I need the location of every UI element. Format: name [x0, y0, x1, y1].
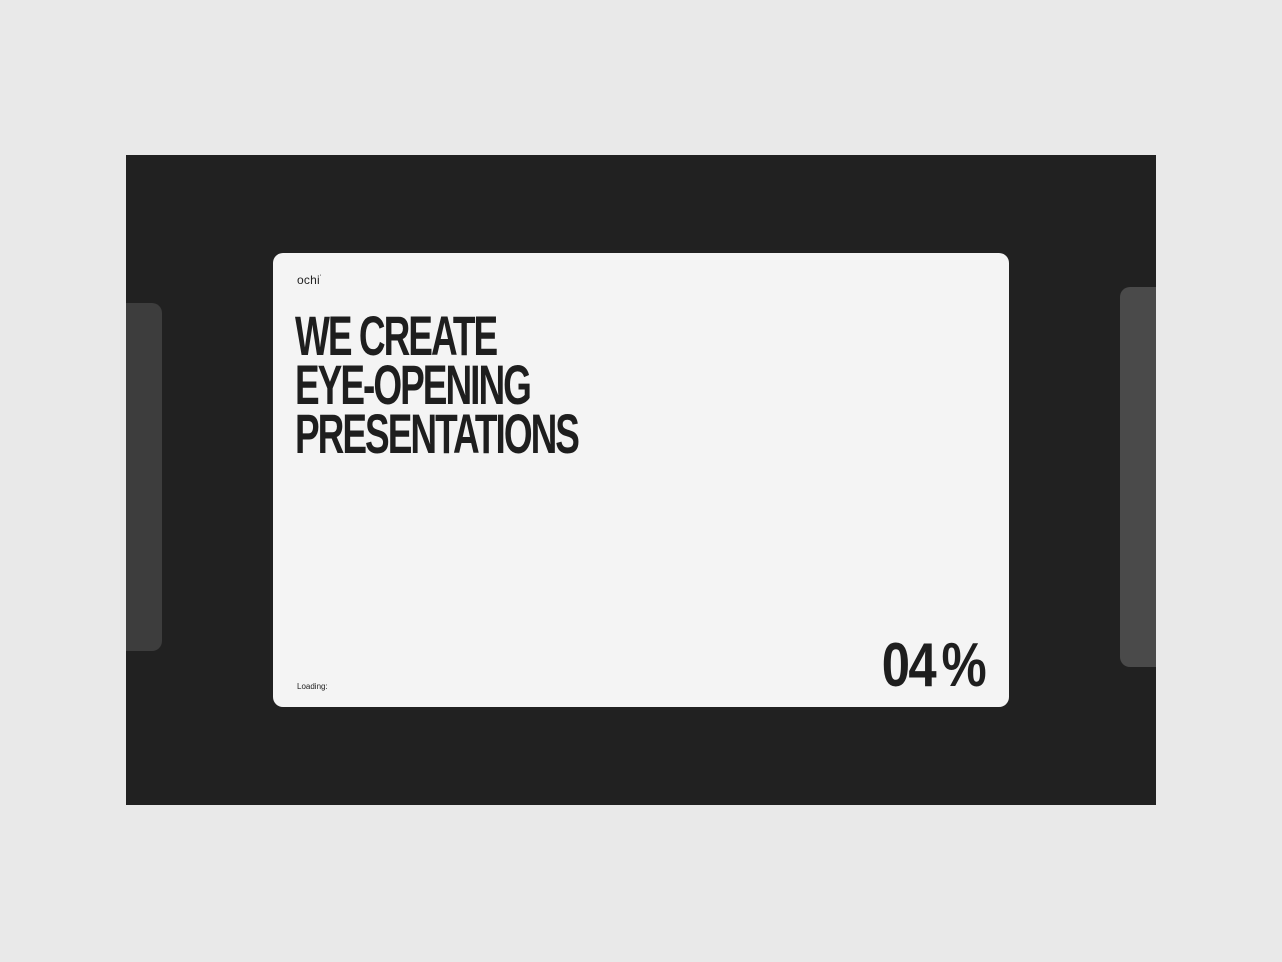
loading-percentage: 04%: [882, 635, 987, 697]
presentation-stage: ochi' WE CREATE EYE-OPENING PRESENTATION…: [126, 155, 1156, 805]
ochi-logo[interactable]: ochi': [297, 273, 321, 287]
headline-line-3: PRESENTATIONS: [295, 402, 580, 465]
logo-mark: ': [319, 275, 322, 281]
loading-slide: ochi' WE CREATE EYE-OPENING PRESENTATION…: [273, 253, 1009, 707]
loading-label: Loading:: [297, 682, 328, 691]
logo-text: ochi: [297, 273, 320, 287]
next-slide-card[interactable]: [1120, 287, 1156, 667]
previous-slide-card[interactable]: [126, 303, 162, 651]
percent-sign: %: [941, 631, 986, 700]
hero-headline: WE CREATE EYE-OPENING PRESENTATIONS: [295, 308, 580, 465]
loading-value: 04: [881, 631, 937, 700]
